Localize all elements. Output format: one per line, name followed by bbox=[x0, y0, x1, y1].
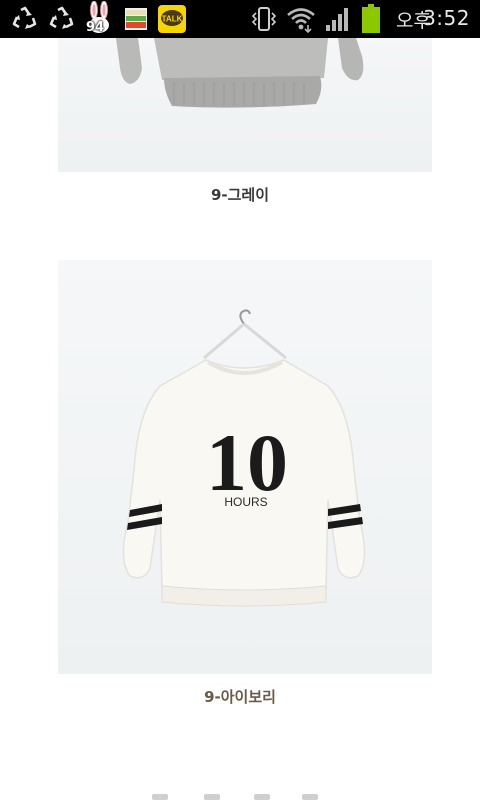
flag-icon bbox=[122, 5, 150, 33]
product-caption-ivory: 9-아이보리 bbox=[204, 688, 276, 706]
status-bar: 94 TALK 오후 3:52 bbox=[0, 0, 480, 38]
preview-fragment bbox=[254, 794, 270, 800]
kakaotalk-icon: TALK bbox=[157, 5, 187, 33]
vibrate-icon bbox=[249, 5, 279, 33]
signal-icon bbox=[322, 5, 352, 33]
recycle-icon bbox=[47, 5, 77, 33]
product-image-gray[interactable] bbox=[58, 38, 432, 172]
product-caption-gray: 9-그레이 bbox=[210, 186, 270, 204]
product-image-ivory[interactable]: 10 HOURS bbox=[58, 260, 432, 674]
notification-badge: 94 bbox=[86, 20, 105, 35]
preview-fragment bbox=[302, 794, 318, 800]
kakaotalk-label: TALK bbox=[162, 15, 183, 24]
preview-fragment bbox=[204, 794, 220, 800]
battery-icon bbox=[359, 4, 383, 33]
wifi-icon bbox=[285, 5, 317, 33]
clock-time: 3:52 bbox=[423, 6, 470, 30]
next-item-preview bbox=[0, 790, 480, 800]
preview-fragment bbox=[152, 794, 168, 800]
shirt-print-word: HOURS bbox=[224, 495, 267, 509]
recycle-icon bbox=[10, 5, 40, 33]
